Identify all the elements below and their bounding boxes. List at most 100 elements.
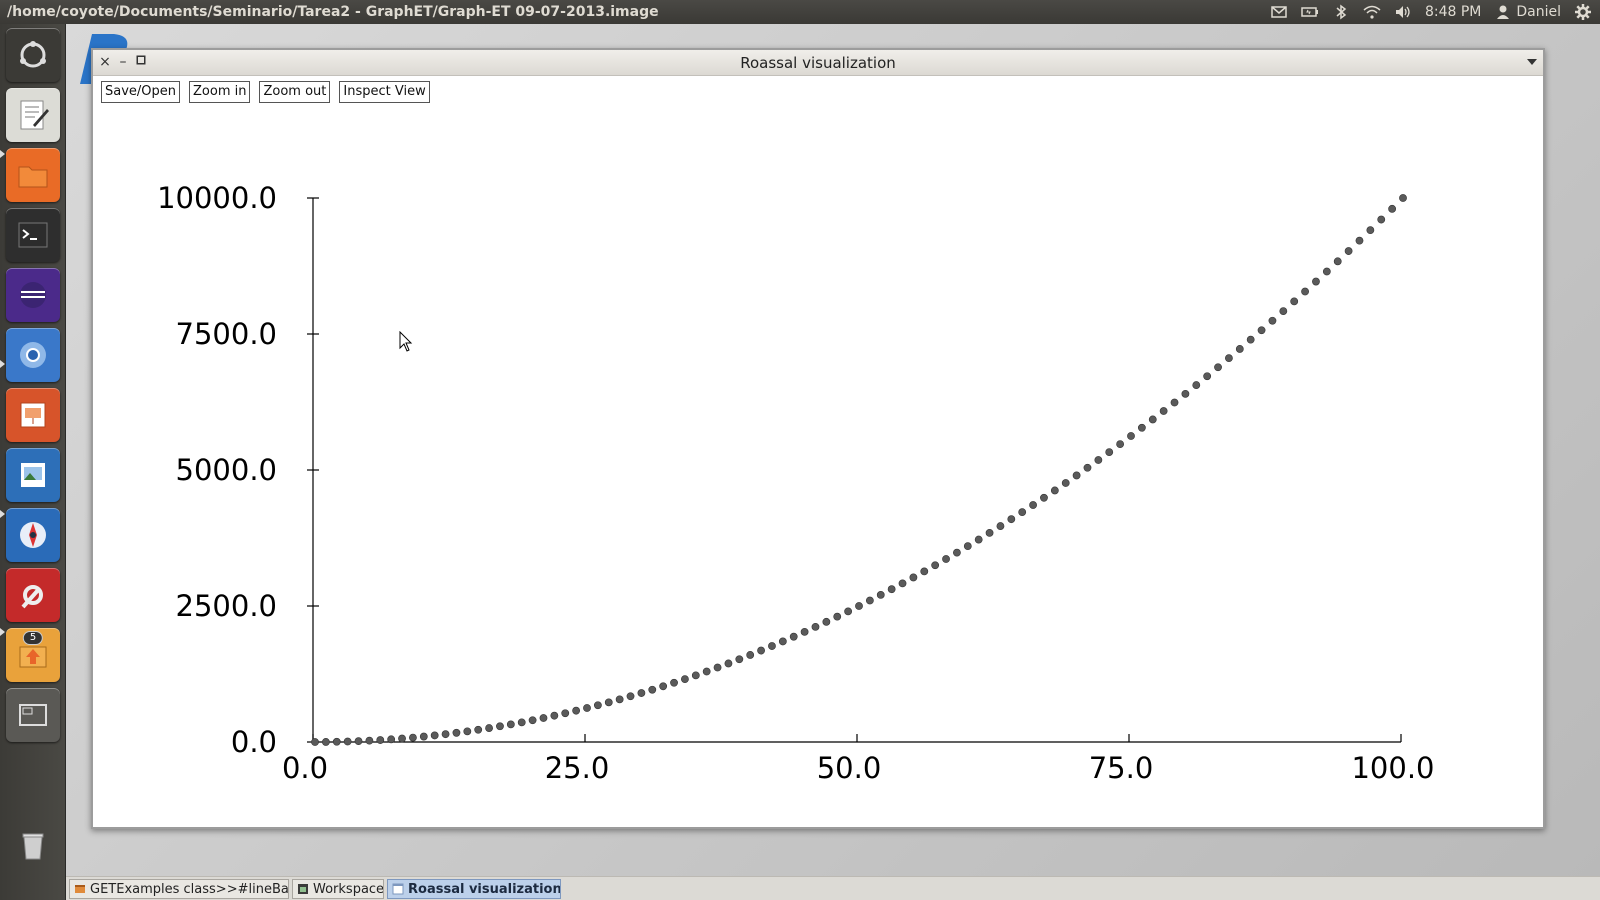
data-point [343,737,352,746]
update-count-badge: 5 [22,631,44,645]
presentation-icon [20,402,46,428]
launcher-chromium[interactable] [6,328,60,382]
data-point [528,716,537,725]
chromium-icon [20,342,46,368]
launcher-image-viewer[interactable] [6,448,60,502]
data-point [1388,204,1397,213]
taskbar: GETExamples class>>#lineBas... Workspace… [66,876,1600,900]
data-point [1072,471,1081,480]
data-point [1159,407,1168,415]
data-point [506,720,515,729]
window-path-title: /home/coyote/Documents/Seminario/Tarea2 … [7,4,659,20]
bluetooth-icon[interactable] [1332,3,1350,21]
running-indicator [0,360,5,368]
data-point [593,701,602,710]
launcher-app[interactable] [6,508,60,562]
wifi-icon[interactable] [1363,3,1381,21]
data-point [1181,389,1190,398]
task-workspace[interactable]: Workspace [292,879,384,899]
data-point [876,591,885,599]
data-point [1203,372,1212,381]
launcher-eclipse[interactable] [6,268,60,322]
data-point [1170,398,1179,407]
launcher-text-editor[interactable] [6,88,60,142]
data-point [419,732,428,741]
data-point [942,555,950,563]
data-point [539,714,548,722]
launcher-presentation[interactable] [6,388,60,442]
launcher-trash[interactable] [6,818,60,872]
data-point [789,632,798,641]
gear-icon[interactable] [1574,3,1592,21]
data-point [1018,508,1027,517]
mouse-cursor-icon [399,331,413,352]
data-point [1301,287,1309,296]
data-point [496,722,504,731]
user-icon [1494,3,1512,21]
data-point [604,698,613,707]
data-point [441,730,450,739]
data-point [833,612,842,621]
task-getexamples[interactable]: GETExamples class>>#lineBas... [69,879,289,899]
data-point [1235,345,1244,353]
data-point [746,651,755,659]
task-roassal[interactable]: Roassal visualization [387,879,561,899]
data-point [1050,486,1059,495]
scatter-plot[interactable]: 0.0 25.0 50.0 75.0 100.0 0.0 2500.0 5000.0 7500.… [93,50,1543,827]
app-icon [20,522,46,548]
y-tick-label: 10000.0 [157,181,277,215]
task-label: Workspace [313,881,384,897]
data-point [452,728,461,737]
data-point [1007,515,1016,524]
data-point [1268,316,1277,325]
data-point [1116,440,1125,449]
data-point [615,695,624,704]
data-point [1192,381,1201,389]
data-point [387,735,396,744]
volume-icon[interactable] [1394,3,1412,21]
data-point [898,579,907,588]
data-point [311,738,319,746]
data-point [561,709,570,718]
data-point [1279,307,1288,315]
x-tick-label: 50.0 [817,751,882,785]
clock[interactable]: 8:48 PM [1425,4,1481,20]
data-point [572,706,581,715]
data-point [1214,363,1222,372]
data-point [583,704,591,712]
data-point [430,731,439,740]
data-point [920,567,929,576]
mail-icon[interactable] [1270,3,1288,21]
data-point [517,718,526,727]
data-point [1105,448,1114,457]
x-tick-label: 100.0 [1351,751,1434,785]
user-menu[interactable]: Daniel [1494,3,1561,21]
data-point [1061,479,1070,487]
ubuntu-home-icon [20,41,46,68]
data-point [1040,493,1048,502]
files-icon [18,166,48,188]
battery-icon[interactable] [1301,3,1319,21]
launcher-ubuntu-home[interactable] [6,28,60,82]
data-point [637,689,646,697]
data-point [670,678,678,687]
launcher-files[interactable] [6,148,60,202]
launcher-terminal[interactable] [6,208,60,262]
roassal-window-icon [392,883,404,895]
data-point [648,685,657,694]
workspace-window-icon [297,883,309,895]
x-tick-label: 75.0 [1089,751,1154,785]
x-tick-label: 25.0 [545,751,610,785]
data-point [1312,277,1320,286]
launcher-update-manager[interactable]: 5 [6,628,60,682]
task-label: Roassal visualization [408,881,561,897]
data-point [768,642,776,650]
launcher-workspace-switcher[interactable] [6,688,60,742]
image-viewer-icon [21,463,45,487]
data-point [376,736,385,744]
indicator-area: 8:48 PM Daniel [1270,0,1600,24]
data-point [909,573,918,582]
data-point [985,528,994,537]
launcher-settings[interactable] [6,568,60,622]
data-point [735,655,744,664]
